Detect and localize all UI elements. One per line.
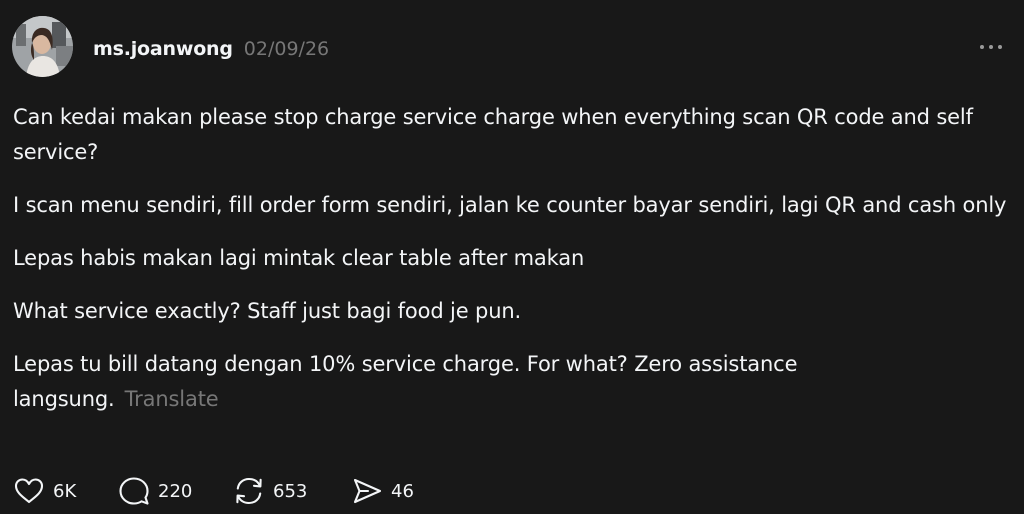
post-paragraph: I scan menu sendiri, fill order form sen… xyxy=(13,193,1007,217)
post-header: ms.joanwong 02/09/26 xyxy=(93,33,329,65)
reply-button[interactable]: 220 xyxy=(118,474,233,508)
post-body: Can kedai makan please stop charge servi… xyxy=(13,100,1008,417)
send-icon xyxy=(353,478,382,504)
more-options-button[interactable] xyxy=(972,34,1010,60)
share-count: 46 xyxy=(391,480,414,502)
heart-icon xyxy=(14,478,44,504)
post-paragraph: What service exactly? Staff just bagi fo… xyxy=(13,299,522,323)
repost-count: 653 xyxy=(273,480,308,502)
avatar-photo xyxy=(12,16,73,77)
more-horizontal-icon xyxy=(980,45,984,49)
post-date[interactable]: 02/09/26 xyxy=(244,38,329,60)
reply-count: 220 xyxy=(158,480,193,502)
translate-link[interactable]: Translate xyxy=(125,387,219,411)
more-horizontal-icon-dot xyxy=(998,45,1002,49)
like-count: 6K xyxy=(53,480,77,502)
action-bar: 6K 220 653 46 xyxy=(13,474,431,508)
speech-bubble-icon xyxy=(119,477,149,505)
like-button[interactable]: 6K xyxy=(13,474,118,508)
share-button[interactable]: 46 xyxy=(351,474,431,508)
avatar[interactable] xyxy=(12,16,73,77)
post-card: ms.joanwong 02/09/26 Can kedai makan ple… xyxy=(0,0,1024,514)
author-username[interactable]: ms.joanwong xyxy=(93,38,233,60)
post-paragraph-last: Lepas tu bill datang dengan 10% service … xyxy=(13,347,1008,417)
repost-icon xyxy=(236,477,262,505)
repost-button[interactable]: 653 xyxy=(233,474,351,508)
post-paragraph: Can kedai makan please stop charge servi… xyxy=(13,105,973,164)
more-horizontal-icon-dot xyxy=(989,45,993,49)
post-paragraph: Lepas habis makan lagi mintak clear tabl… xyxy=(13,246,585,270)
